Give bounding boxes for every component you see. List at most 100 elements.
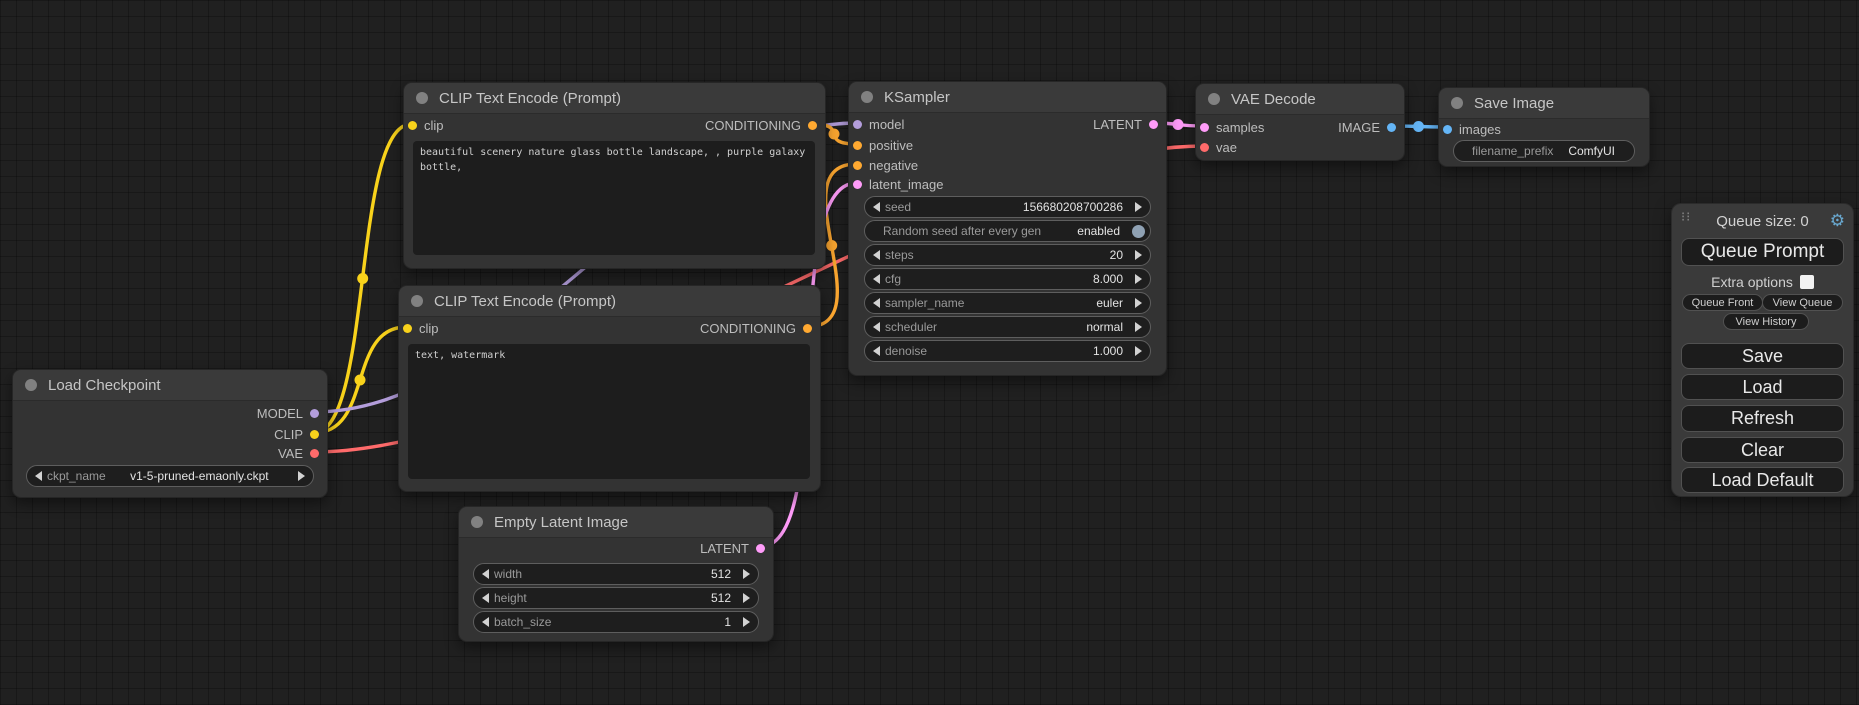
collapse-dot-icon[interactable] [1451,97,1463,109]
increment-icon[interactable] [743,569,750,579]
node-load-checkpoint[interactable]: Load Checkpoint MODEL CLIP VAE ckpt_name… [12,369,328,498]
input-latent-image: latent_image [853,174,943,194]
increment-icon[interactable] [1135,274,1142,284]
node-title-bar[interactable]: VAE Decode [1196,84,1404,115]
node-title-bar[interactable]: Load Checkpoint [13,370,327,401]
node-title-bar[interactable]: KSampler [849,82,1166,113]
increment-icon[interactable] [1135,202,1142,212]
node-title-bar[interactable]: CLIP Text Encode (Prompt) [399,286,820,317]
node-title-bar[interactable]: CLIP Text Encode (Prompt) [404,83,825,114]
node-save-image[interactable]: Save Image images filename_prefix ComfyU… [1438,87,1650,167]
widget-value: ComfyUI [1553,144,1630,158]
refresh-button[interactable]: Refresh [1681,405,1844,432]
drag-handle-icon[interactable]: ⁝⁝ [1681,212,1691,221]
decrement-icon[interactable] [482,593,489,603]
node-clip-text-encode-positive[interactable]: CLIP Text Encode (Prompt) clip CONDITION… [403,82,826,269]
conditioning-output-dot[interactable] [808,121,817,130]
decrement-icon[interactable] [873,202,880,212]
negative-input-dot[interactable] [853,161,862,170]
input-label: samples [1216,120,1264,135]
node-empty-latent-image[interactable]: Empty Latent Image LATENT width 512 heig… [458,506,774,642]
collapse-dot-icon[interactable] [25,379,37,391]
latent-output-dot[interactable] [1149,120,1158,129]
collapse-dot-icon[interactable] [471,516,483,528]
clip-output-dot[interactable] [310,430,319,439]
comfyui-node-canvas[interactable]: Load Checkpoint MODEL CLIP VAE ckpt_name… [0,0,1859,705]
ckpt-name-widget[interactable]: ckpt_name v1-5-pruned-emaonly.ckpt [26,465,314,487]
node-title-bar[interactable]: Save Image [1439,88,1649,119]
cfg-widget[interactable]: cfg 8.000 [864,268,1151,290]
collapse-dot-icon[interactable] [411,295,423,307]
collapse-dot-icon[interactable] [416,92,428,104]
prompt-textarea[interactable]: beautiful scenery nature glass bottle la… [413,141,815,255]
decrement-icon[interactable] [482,617,489,627]
latent-output-dot[interactable] [756,544,765,553]
vae-input-dot[interactable] [1200,143,1209,152]
decrement-icon[interactable] [873,274,880,284]
output-image: IMAGE [1338,117,1396,137]
toggle-enabled-icon[interactable] [1132,225,1145,238]
input-model: model [853,114,904,134]
view-queue-button[interactable]: View Queue [1762,294,1843,311]
next-value-icon[interactable] [1135,298,1142,308]
clip-input-dot[interactable] [403,324,412,333]
positive-input-dot[interactable] [853,141,862,150]
images-input-dot[interactable] [1443,125,1452,134]
view-history-button[interactable]: View History [1723,313,1809,330]
latent-input-dot[interactable] [853,180,862,189]
batch-size-widget[interactable]: batch_size 1 [473,611,759,633]
node-vae-decode[interactable]: VAE Decode samples vae IMAGE [1195,83,1405,161]
extra-options-checkbox[interactable] [1800,275,1814,289]
sampler-name-widget[interactable]: sampler_name euler [864,292,1151,314]
input-label: vae [1216,140,1237,155]
steps-widget[interactable]: steps 20 [864,244,1151,266]
prev-value-icon[interactable] [35,471,42,481]
filename-prefix-widget[interactable]: filename_prefix ComfyUI [1453,140,1635,162]
increment-icon[interactable] [743,593,750,603]
increment-icon[interactable] [1135,250,1142,260]
vae-output-dot[interactable] [310,449,319,458]
collapse-dot-icon[interactable] [1208,93,1220,105]
conditioning-output-dot[interactable] [803,324,812,333]
scheduler-widget[interactable]: scheduler normal [864,316,1151,338]
queue-prompt-button[interactable]: Queue Prompt [1681,238,1844,266]
output-conditioning: CONDITIONING [700,318,812,338]
decrement-icon[interactable] [873,346,880,356]
random-seed-toggle-widget[interactable]: Random seed after every gen enabled [864,220,1151,242]
collapse-dot-icon[interactable] [861,91,873,103]
seed-widget[interactable]: seed 156680208700286 [864,196,1151,218]
node-title-bar[interactable]: Empty Latent Image [459,507,773,538]
prev-value-icon[interactable] [873,322,880,332]
node-ksampler[interactable]: KSampler model positive negative latent_… [848,81,1167,376]
load-button[interactable]: Load [1681,374,1844,400]
image-output-dot[interactable] [1387,123,1396,132]
node-title: Save Image [1474,95,1554,112]
prev-value-icon[interactable] [873,298,880,308]
node-title: CLIP Text Encode (Prompt) [434,293,616,310]
next-value-icon[interactable] [1135,322,1142,332]
model-output-dot[interactable] [310,409,319,418]
load-default-button[interactable]: Load Default [1681,467,1844,493]
widget-value: 1.000 [927,344,1130,358]
widget-label: sampler_name [885,296,964,310]
clip-input-dot[interactable] [408,121,417,130]
height-widget[interactable]: height 512 [473,587,759,609]
queue-front-button[interactable]: Queue Front [1682,294,1763,311]
extra-options-label: Extra options [1711,274,1793,290]
model-input-dot[interactable] [853,120,862,129]
width-widget[interactable]: width 512 [473,563,759,585]
save-button[interactable]: Save [1681,343,1844,369]
widget-label: scheduler [885,320,937,334]
prompt-textarea[interactable]: text, watermark [408,344,810,479]
next-value-icon[interactable] [298,471,305,481]
samples-input-dot[interactable] [1200,123,1209,132]
increment-icon[interactable] [743,617,750,627]
clear-button[interactable]: Clear [1681,437,1844,463]
denoise-widget[interactable]: denoise 1.000 [864,340,1151,362]
settings-gear-icon[interactable]: ⚙ [1830,211,1845,231]
decrement-icon[interactable] [482,569,489,579]
queue-menu-panel[interactable]: ⁝⁝ Queue size: 0 ⚙ Queue Prompt Extra op… [1671,203,1854,497]
decrement-icon[interactable] [873,250,880,260]
node-clip-text-encode-negative[interactable]: CLIP Text Encode (Prompt) clip CONDITION… [398,285,821,492]
increment-icon[interactable] [1135,346,1142,356]
